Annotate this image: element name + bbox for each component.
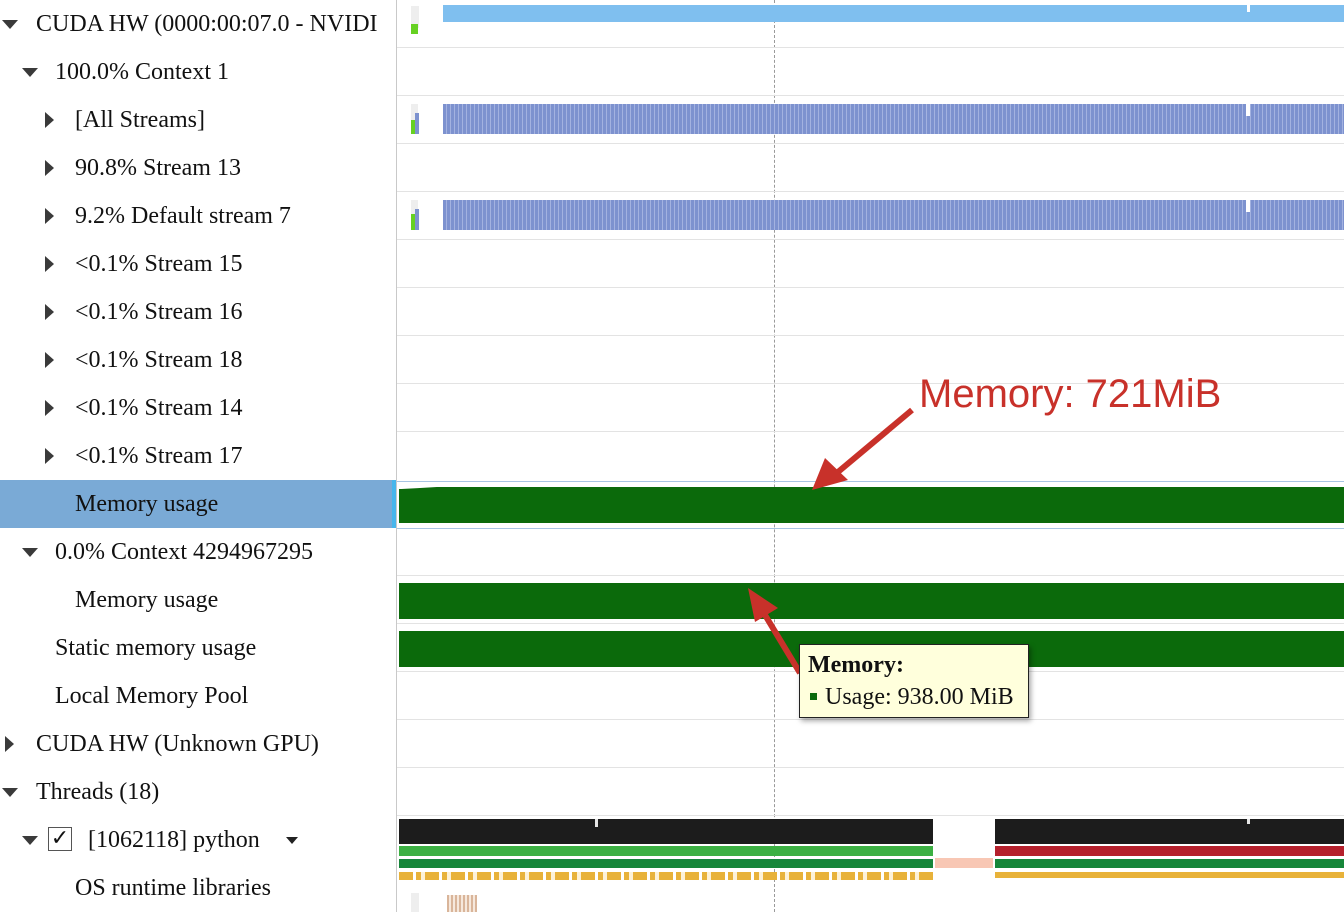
tooltip-usage-value: Usage: 938.00 MiB (825, 684, 1014, 710)
tooltip-arrow-shaft (759, 608, 803, 675)
memory-tooltip: Memory: Usage: 938.00 MiB (799, 644, 1029, 718)
usage-swatch-icon (810, 693, 817, 701)
tooltip-title: Memory: (808, 652, 904, 678)
annotation-arrow-shaft (830, 407, 914, 480)
tooltip-usage-row: Usage: 938.00 MiB (808, 681, 1020, 713)
tooltip-arrow-head (748, 588, 778, 622)
annotation-arrow-head (812, 458, 848, 490)
annotation-arrows (748, 407, 914, 675)
memory-annotation-label: Memory: 721MiB (919, 372, 1222, 416)
